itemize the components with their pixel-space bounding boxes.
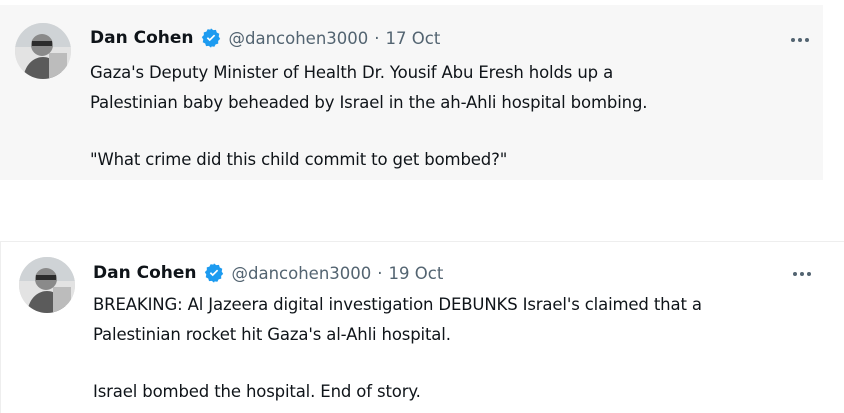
tweet-text-line: BREAKING: Al Jazeera digital investigati… bbox=[93, 295, 702, 314]
tweet-date[interactable]: 19 Oct bbox=[389, 264, 444, 283]
author-name[interactable]: Dan Cohen bbox=[93, 263, 197, 283]
more-options-icon[interactable] bbox=[791, 38, 809, 42]
tweet-card[interactable]: Dan Cohen @dancohen3000 · 17 Oct Gaza's … bbox=[0, 5, 823, 180]
tweet-text: Gaza's Deputy Minister of Health Dr. You… bbox=[90, 58, 648, 175]
author-handle[interactable]: @dancohen3000 bbox=[229, 29, 369, 48]
tweet-text-line: Palestinian baby beheaded by Israel in t… bbox=[90, 93, 648, 112]
avatar[interactable] bbox=[19, 257, 75, 313]
avatar-image bbox=[19, 257, 75, 313]
verified-badge-icon bbox=[203, 262, 225, 284]
more-options-icon[interactable] bbox=[793, 272, 811, 276]
tweet-card[interactable]: Dan Cohen @dancohen3000 · 19 Oct BREAKIN… bbox=[0, 241, 844, 413]
tweet-date[interactable]: 17 Oct bbox=[386, 29, 441, 48]
author-name[interactable]: Dan Cohen bbox=[90, 28, 194, 48]
separator-dot: · bbox=[377, 263, 383, 283]
tweet-header: Dan Cohen @dancohen3000 · 19 Oct bbox=[93, 262, 443, 284]
tweet-text: BREAKING: Al Jazeera digital investigati… bbox=[93, 290, 702, 407]
separator-dot: · bbox=[374, 28, 380, 48]
tweet-text-line: Gaza's Deputy Minister of Health Dr. You… bbox=[90, 63, 614, 82]
avatar-image bbox=[15, 23, 71, 79]
avatar[interactable] bbox=[15, 23, 71, 79]
tweet-quote-line: "What crime did this child commit to get… bbox=[90, 150, 508, 169]
author-handle[interactable]: @dancohen3000 bbox=[232, 264, 372, 283]
tweet-header: Dan Cohen @dancohen3000 · 17 Oct bbox=[90, 27, 440, 49]
verified-badge-icon bbox=[200, 27, 222, 49]
tweet-quote-line: Israel bombed the hospital. End of story… bbox=[93, 382, 421, 401]
tweet-text-line: Palestinian rocket hit Gaza's al-Ahli ho… bbox=[93, 325, 451, 344]
